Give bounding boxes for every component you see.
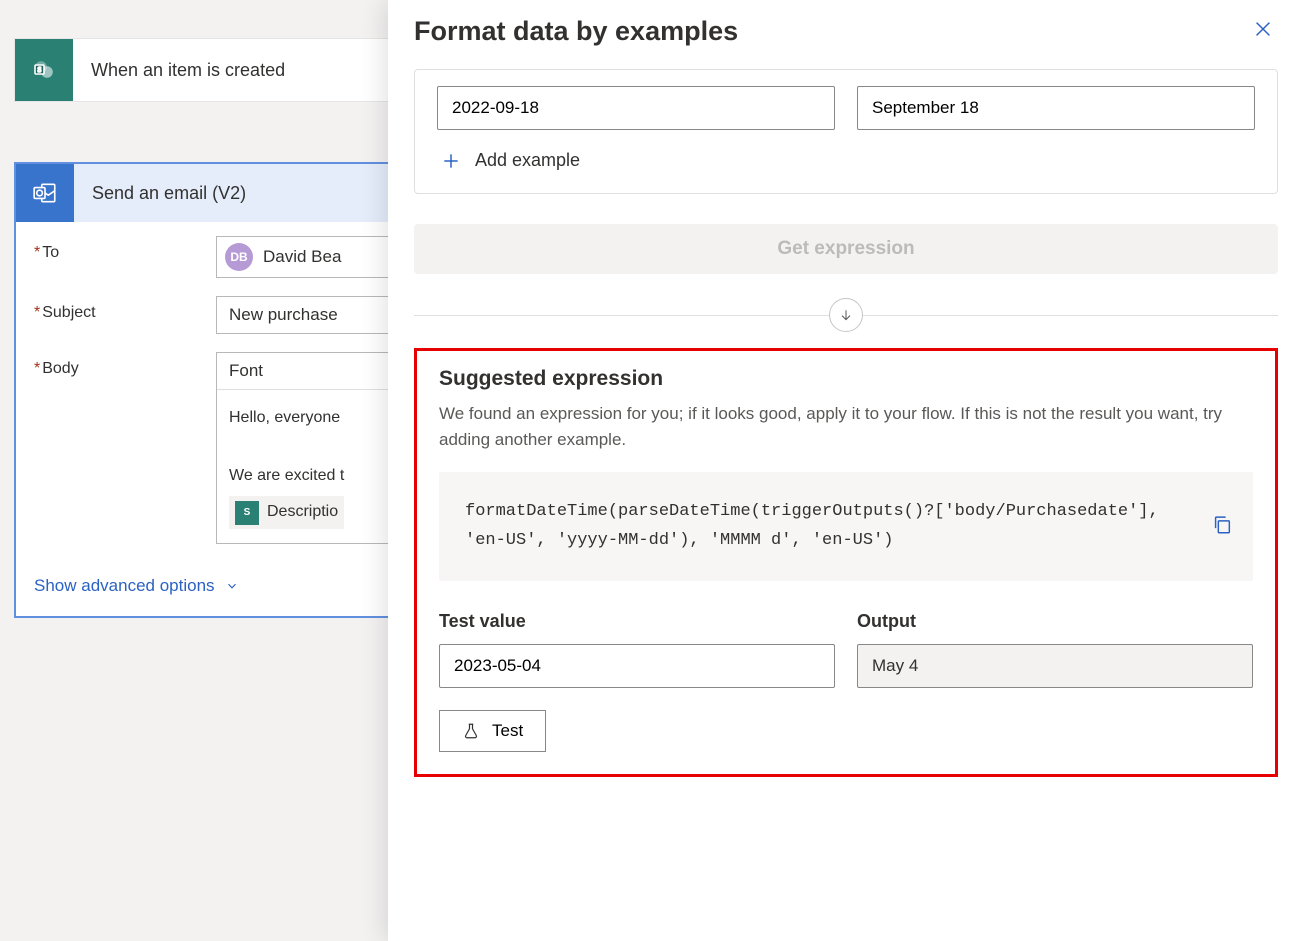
- subject-label: *Subject: [34, 296, 216, 322]
- test-button[interactable]: Test: [439, 710, 546, 752]
- output-value: May 4: [857, 644, 1253, 688]
- add-example-button[interactable]: Add example: [441, 150, 1255, 171]
- format-data-panel: Format data by examples Add example Get …: [388, 0, 1304, 941]
- dynamic-content-token[interactable]: S Descriptio: [229, 496, 344, 529]
- suggested-expression-heading: Suggested expression: [439, 367, 1253, 391]
- beaker-icon: [462, 722, 480, 740]
- plus-icon: [441, 151, 461, 171]
- panel-title: Format data by examples: [414, 16, 1248, 47]
- copy-icon: [1211, 513, 1233, 535]
- close-panel-button[interactable]: [1248, 14, 1278, 49]
- example-input-value[interactable]: [437, 86, 835, 130]
- test-value-input[interactable]: [439, 644, 835, 688]
- recipient-name: David Bea: [263, 247, 341, 267]
- test-value-label: Test value: [439, 611, 835, 632]
- trigger-title: When an item is created: [73, 60, 303, 81]
- sharepoint-icon: S: [15, 39, 73, 101]
- to-label: *To: [34, 236, 216, 262]
- svg-text:S: S: [38, 66, 42, 74]
- example-output-value[interactable]: [857, 86, 1255, 130]
- copy-expression-button[interactable]: [1211, 513, 1233, 540]
- scroll-down-indicator[interactable]: [829, 298, 863, 332]
- close-icon: [1252, 18, 1274, 40]
- get-expression-button[interactable]: Get expression: [414, 224, 1278, 274]
- chevron-down-icon: [225, 579, 239, 593]
- suggested-expression-card: Suggested expression We found an express…: [414, 348, 1278, 777]
- output-label: Output: [857, 611, 1253, 632]
- action-title: Send an email (V2): [74, 183, 264, 204]
- expression-code[interactable]: formatDateTime(parseDateTime(triggerOutp…: [465, 498, 1193, 556]
- sharepoint-token-icon: S: [235, 501, 259, 525]
- outlook-icon: [16, 164, 74, 222]
- expression-divider: [414, 292, 1278, 338]
- examples-card: Add example: [414, 69, 1278, 194]
- body-label: *Body: [34, 352, 216, 378]
- suggested-expression-description: We found an expression for you; if it lo…: [439, 401, 1253, 454]
- recipient-avatar: DB: [225, 243, 253, 271]
- expression-code-box: formatDateTime(parseDateTime(triggerOutp…: [439, 472, 1253, 582]
- arrow-down-icon: [838, 307, 854, 323]
